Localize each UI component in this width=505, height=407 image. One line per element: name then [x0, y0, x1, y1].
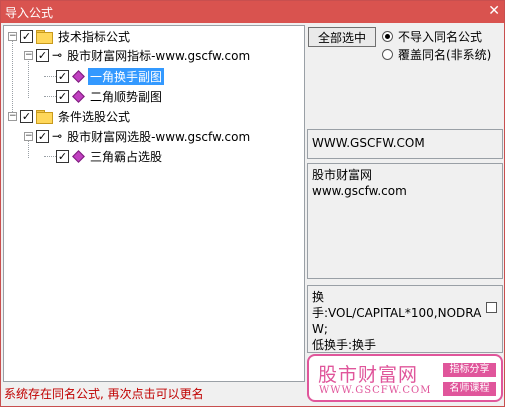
- code-line: 换: [312, 290, 325, 304]
- status-message: 系统存在同名公式, 再次点击可以更名: [4, 387, 204, 401]
- formula-icon: [72, 89, 85, 103]
- checkbox[interactable]: ✓: [56, 69, 69, 83]
- tree-node-label: 技术指标公式: [58, 29, 131, 44]
- close-icon[interactable]: ✕: [488, 2, 500, 20]
- formula-code-panel[interactable]: 换 手:VOL/CAPITAL*100,NODRA W; 低换手:换手: [307, 285, 503, 353]
- tree-node-label: 股市财富网选股-www.gscfw.com: [67, 129, 251, 144]
- url-text: WWW.GSCFW.COM: [312, 136, 425, 150]
- formula-description-panel: 股市财富网 www.gscfw.com: [307, 163, 503, 279]
- description-line: www.gscfw.com: [312, 184, 407, 198]
- code-line: 低换手:换手: [312, 338, 377, 352]
- tree-node-formula[interactable]: ✓ 一角换手副图: [56, 67, 165, 85]
- checkbox[interactable]: ✓: [56, 89, 69, 103]
- collapse-icon[interactable]: −: [8, 31, 17, 41]
- tree-node-formula[interactable]: ✓ 二角顺势副图: [56, 87, 164, 105]
- import-formula-dialog: 导入公式 ✕ − ✓ 技术指标公式 − ✓ ⊸ 股市财富网指标-www.gscf…: [0, 0, 505, 407]
- formula-url-panel: WWW.GSCFW.COM: [307, 129, 503, 159]
- tree-node-tech-indicators[interactable]: − ✓ 技术指标公式: [8, 27, 132, 45]
- tree-line: [44, 96, 56, 97]
- formula-tree[interactable]: − ✓ 技术指标公式 − ✓ ⊸ 股市财富网指标-www.gscfw.com ✓…: [3, 25, 305, 382]
- checkbox[interactable]: ✓: [20, 109, 33, 123]
- radio-button[interactable]: [382, 31, 393, 42]
- radio-label: 不导入同名公式: [398, 30, 483, 44]
- tree-line: [44, 156, 56, 157]
- tree-line: [12, 38, 13, 116]
- description-line: 股市财富网: [312, 168, 373, 182]
- collapse-icon[interactable]: −: [24, 131, 33, 141]
- tree-node-stock-selection[interactable]: − ✓ 条件选股公式: [8, 107, 132, 125]
- formula-icon: [72, 149, 85, 163]
- tree-node-label: 三角霸占选股: [90, 149, 163, 164]
- tree-node-label: 条件选股公式: [58, 109, 131, 124]
- window-title: 导入公式: [5, 6, 54, 20]
- radio-skip-duplicates[interactable]: 不导入同名公式: [382, 28, 482, 45]
- code-line: 手:VOL/CAPITAL*100,NODRA: [312, 306, 482, 320]
- logo-url: WWW.GSCFW.COM: [319, 385, 432, 396]
- formula-icon: [72, 69, 85, 83]
- select-all-button[interactable]: 全部选中: [308, 27, 376, 47]
- radio-button[interactable]: [382, 49, 393, 60]
- tree-line: [28, 58, 29, 98]
- collapse-icon[interactable]: −: [8, 111, 17, 121]
- logo-tag-courses: 名师课程: [443, 382, 496, 396]
- logo-brand: 股市财富网: [318, 364, 419, 386]
- folder-icon: [36, 30, 53, 44]
- code-line: W;: [312, 322, 328, 336]
- radio-overwrite-duplicates[interactable]: 覆盖同名(非系统): [382, 46, 491, 63]
- logo-tag-indicators: 指标分享: [443, 363, 496, 377]
- collapse-icon[interactable]: −: [24, 50, 33, 60]
- title-bar[interactable]: 导入公式 ✕: [1, 1, 504, 23]
- code-panel-checkbox[interactable]: [486, 302, 497, 313]
- tree-node-label: 股市财富网指标-www.gscfw.com: [67, 48, 251, 63]
- radio-label: 覆盖同名(非系统): [398, 48, 492, 62]
- checkbox[interactable]: ✓: [56, 149, 69, 163]
- gscfw-logo: 股市财富网 WWW.GSCFW.COM 指标分享 名师课程: [307, 354, 503, 402]
- tree-node-label: 二角顺势副图: [90, 89, 163, 104]
- folder-icon: [36, 110, 53, 124]
- tree-node-selection-group[interactable]: − ✓ ⊸ 股市财富网选股-www.gscfw.com: [24, 127, 252, 145]
- checkbox[interactable]: ✓: [36, 48, 49, 62]
- tree-node-indicator-group[interactable]: − ✓ ⊸ 股市财富网指标-www.gscfw.com: [24, 46, 252, 64]
- tree-node-formula[interactable]: ✓ 三角霸占选股: [56, 147, 164, 165]
- checkbox[interactable]: ✓: [20, 29, 33, 43]
- tree-node-label: 一角换手副图: [88, 67, 165, 85]
- tree-line: [44, 76, 56, 77]
- checkbox[interactable]: ✓: [36, 129, 49, 143]
- key-icon: ⊸: [52, 48, 63, 62]
- key-icon: ⊸: [52, 129, 63, 143]
